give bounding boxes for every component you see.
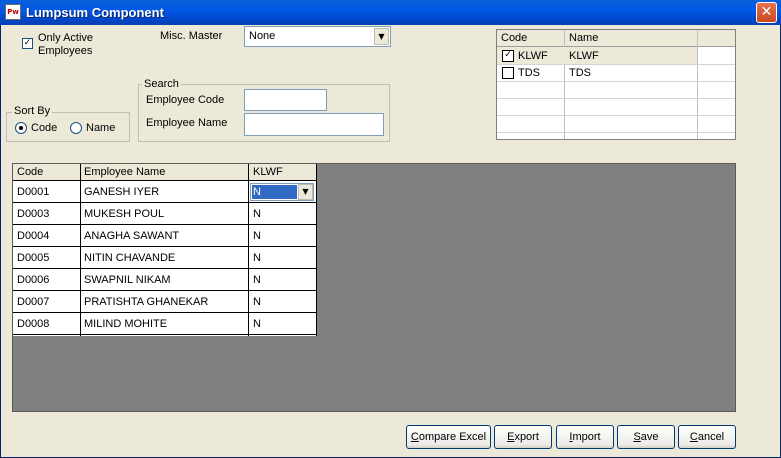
table-row[interactable] <box>13 290 317 291</box>
misc-master-label: Misc. Master <box>160 30 223 42</box>
table-row[interactable] <box>13 246 317 247</box>
employee-code: D0001 <box>17 186 50 198</box>
component-grid-header <box>497 30 735 47</box>
only-active-label: Only Active Employees <box>38 32 93 58</box>
grid-line <box>497 64 735 65</box>
component-header-code: Code <box>501 32 528 44</box>
component-grid[interactable]: Code Name ✓ KLWF KLWF TDS TDS <box>496 29 736 140</box>
only-active-label-line1: Only Active <box>38 32 94 44</box>
employee-code-label: Employee Code <box>146 94 225 106</box>
grid-line <box>497 115 735 116</box>
employee-code: D0004 <box>17 230 50 242</box>
table-row[interactable] <box>13 334 317 335</box>
cancel-label: ancel <box>697 431 725 443</box>
misc-master-select[interactable]: None ▼ <box>244 26 391 47</box>
cancel-mnemonic: C <box>689 431 698 443</box>
component-header-name: Name <box>569 32 599 44</box>
table-row[interactable] <box>13 312 317 313</box>
save-mnemonic: S <box>633 431 641 443</box>
table-row[interactable] <box>13 268 317 269</box>
sort-by-name-radio[interactable] <box>70 122 82 134</box>
compare-excel-mnemonic: C <box>410 431 419 443</box>
klwf-value[interactable]: N <box>253 252 261 264</box>
klwf-value[interactable]: N <box>253 296 261 308</box>
export-button[interactable]: Export <box>494 425 552 449</box>
import-label: mport <box>572 431 601 443</box>
employee-header-klwf: KLWF <box>253 166 283 178</box>
klwf-value[interactable]: N <box>253 318 261 330</box>
close-button[interactable]: ✕ <box>756 2 777 23</box>
sort-by-name-label: Name <box>86 122 116 134</box>
klwf-value[interactable]: N <box>253 230 261 242</box>
chevron-down-icon[interactable]: ▼ <box>298 184 313 200</box>
sort-by-code-label: Code <box>31 122 58 134</box>
employee-code: D0005 <box>17 252 50 264</box>
table-row[interactable] <box>13 202 317 203</box>
grid-line <box>316 164 317 336</box>
grid-line <box>497 98 735 99</box>
grid-line <box>80 164 81 336</box>
employee-name: PRATISHTA GHANEKAR <box>84 296 209 308</box>
close-icon: ✕ <box>760 4 773 20</box>
component-code: KLWF <box>518 50 548 62</box>
grid-line <box>697 30 698 139</box>
cancel-button[interactable]: Cancel <box>678 425 736 449</box>
chevron-down-icon[interactable]: ▼ <box>374 28 389 45</box>
employee-name: NITIN CHAVANDE <box>84 252 176 264</box>
misc-master-value: None <box>249 30 276 42</box>
grid-line <box>497 81 735 82</box>
compare-excel-label: ompare Excel <box>418 431 487 443</box>
save-button[interactable]: Save <box>617 425 675 449</box>
export-label: xport <box>514 431 539 443</box>
klwf-dropdown[interactable]: N ▼ <box>250 183 314 201</box>
window-title: Lumpsum Component <box>26 5 164 20</box>
klwf-value: N <box>252 185 297 199</box>
employee-name: MILIND MOHITE <box>84 318 168 330</box>
employee-name: MUKESH POUL <box>84 208 165 220</box>
component-row-checkbox[interactable]: ✓ <box>502 50 514 62</box>
klwf-value[interactable]: N <box>253 274 261 286</box>
employee-code: D0007 <box>17 296 50 308</box>
employee-name-label: Employee Name <box>146 117 228 129</box>
employee-name: ANAGHA SAWANT <box>84 230 180 242</box>
component-name: KLWF <box>569 50 599 62</box>
employee-code: D0003 <box>17 208 50 220</box>
search-label: Search <box>142 78 181 90</box>
table-row[interactable] <box>13 224 317 225</box>
employee-code: D0006 <box>17 274 50 286</box>
employee-header-name: Employee Name <box>84 166 166 178</box>
employee-name: GANESH IYER <box>84 186 160 198</box>
employee-grid[interactable]: Code Employee Name KLWF D0001 GANESH IYER… <box>12 163 736 412</box>
grid-line <box>248 164 249 336</box>
import-button[interactable]: Import <box>556 425 614 449</box>
klwf-value[interactable]: N <box>253 208 261 220</box>
component-name: TDS <box>569 67 591 79</box>
compare-excel-button[interactable]: Compare Excel <box>406 425 491 449</box>
only-active-label-line2: Employees <box>38 45 93 57</box>
app-icon: Pw <box>5 4 21 20</box>
sort-by-code-radio[interactable] <box>15 122 27 134</box>
component-code: TDS <box>518 67 540 79</box>
sort-by-label: Sort By <box>12 105 53 117</box>
only-active-checkbox[interactable]: ✓ <box>22 38 33 49</box>
employee-name: SWAPNIL NIKAM <box>84 274 171 286</box>
employee-name-input[interactable] <box>244 113 384 136</box>
grid-line <box>497 132 735 133</box>
employee-code-input[interactable] <box>244 89 327 111</box>
save-label: ave <box>640 431 659 443</box>
employee-code: D0008 <box>17 318 50 330</box>
component-row-checkbox[interactable] <box>502 67 514 79</box>
employee-header-code: Code <box>17 166 44 178</box>
